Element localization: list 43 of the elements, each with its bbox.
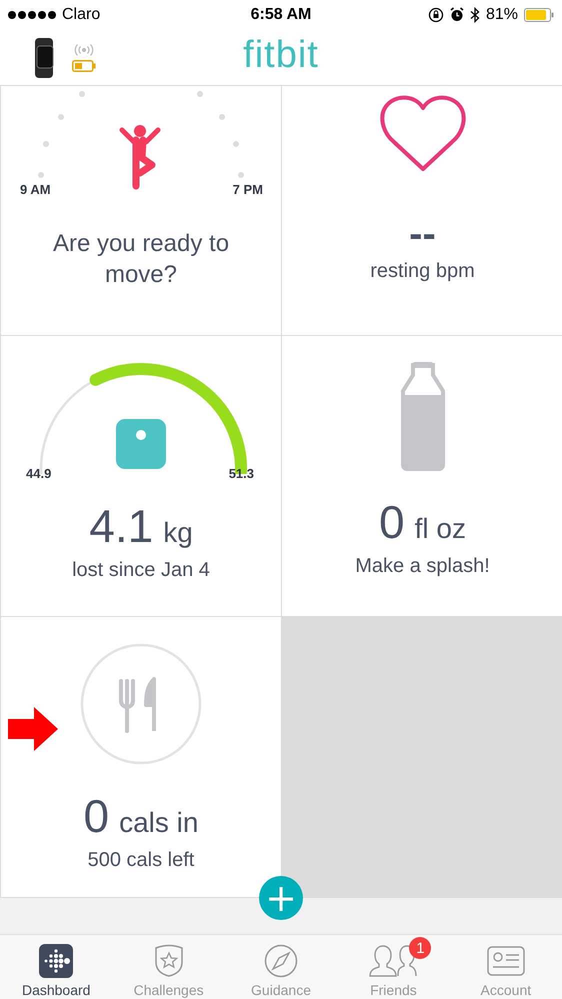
friends-icon bbox=[369, 944, 418, 978]
weight-unit: kg bbox=[163, 517, 193, 550]
move-prompt: Are you ready to move? bbox=[52, 229, 230, 290]
bluetooth-icon bbox=[470, 6, 480, 23]
battery-percent: 81% bbox=[486, 6, 518, 24]
fork-knife-icon bbox=[80, 643, 202, 766]
water-caption: Make a splash! bbox=[355, 555, 490, 578]
weight-caption: lost since Jan 4 bbox=[72, 559, 210, 582]
end-time-label: 7 PM bbox=[232, 182, 263, 198]
battery-icon bbox=[524, 8, 554, 22]
dashboard-tile[interactable]: -- resting bpm bbox=[282, 86, 562, 336]
dashboard-tile[interactable]: 44.9 51.3 4.1 kg lost since Jan 4 bbox=[0, 336, 281, 616]
goal-weight-label: 51.3 bbox=[228, 466, 254, 482]
pointer-arrow-icon bbox=[8, 707, 58, 751]
tab-button[interactable]: 1 Friends bbox=[337, 935, 450, 999]
start-weight-label: 44.9 bbox=[26, 466, 52, 482]
id-card-icon bbox=[486, 946, 525, 976]
weight-value: 4.1 bbox=[89, 499, 154, 554]
fitbit-logo: fitbit bbox=[243, 34, 319, 77]
dots-logo-icon bbox=[39, 944, 74, 978]
water-value: 0 bbox=[379, 495, 405, 550]
heart-rate-caption: resting bpm bbox=[370, 260, 475, 284]
dashboard-tile[interactable]: 0 fl oz Make a splash! bbox=[282, 336, 562, 616]
calories-value: 0 bbox=[84, 789, 110, 844]
calories-caption: 500 cals left bbox=[88, 849, 194, 872]
heart-icon bbox=[380, 94, 466, 172]
tab-button[interactable]: Dashboard bbox=[0, 935, 112, 999]
sync-signal-icon bbox=[72, 44, 96, 56]
heart-rate-value: -- bbox=[409, 214, 436, 254]
tracker-battery-icon bbox=[72, 60, 96, 72]
stretching-figure-icon bbox=[119, 124, 163, 190]
clock-time: 6:58 AM bbox=[250, 6, 312, 24]
dashboard-tile[interactable]: 9 AM 7 PM Are you ready to move? bbox=[0, 86, 281, 336]
signal-icon bbox=[8, 10, 56, 19]
calories-unit: cals in bbox=[119, 807, 198, 840]
notification-badge: 1 bbox=[409, 937, 432, 959]
scale-icon bbox=[116, 419, 166, 470]
rotation-lock-icon bbox=[428, 6, 444, 23]
start-time-label: 9 AM bbox=[20, 182, 51, 198]
alarm-icon bbox=[450, 7, 464, 22]
carrier-name: Claro bbox=[62, 6, 100, 24]
compass-icon bbox=[264, 944, 298, 978]
water-unit: fl oz bbox=[414, 513, 466, 546]
